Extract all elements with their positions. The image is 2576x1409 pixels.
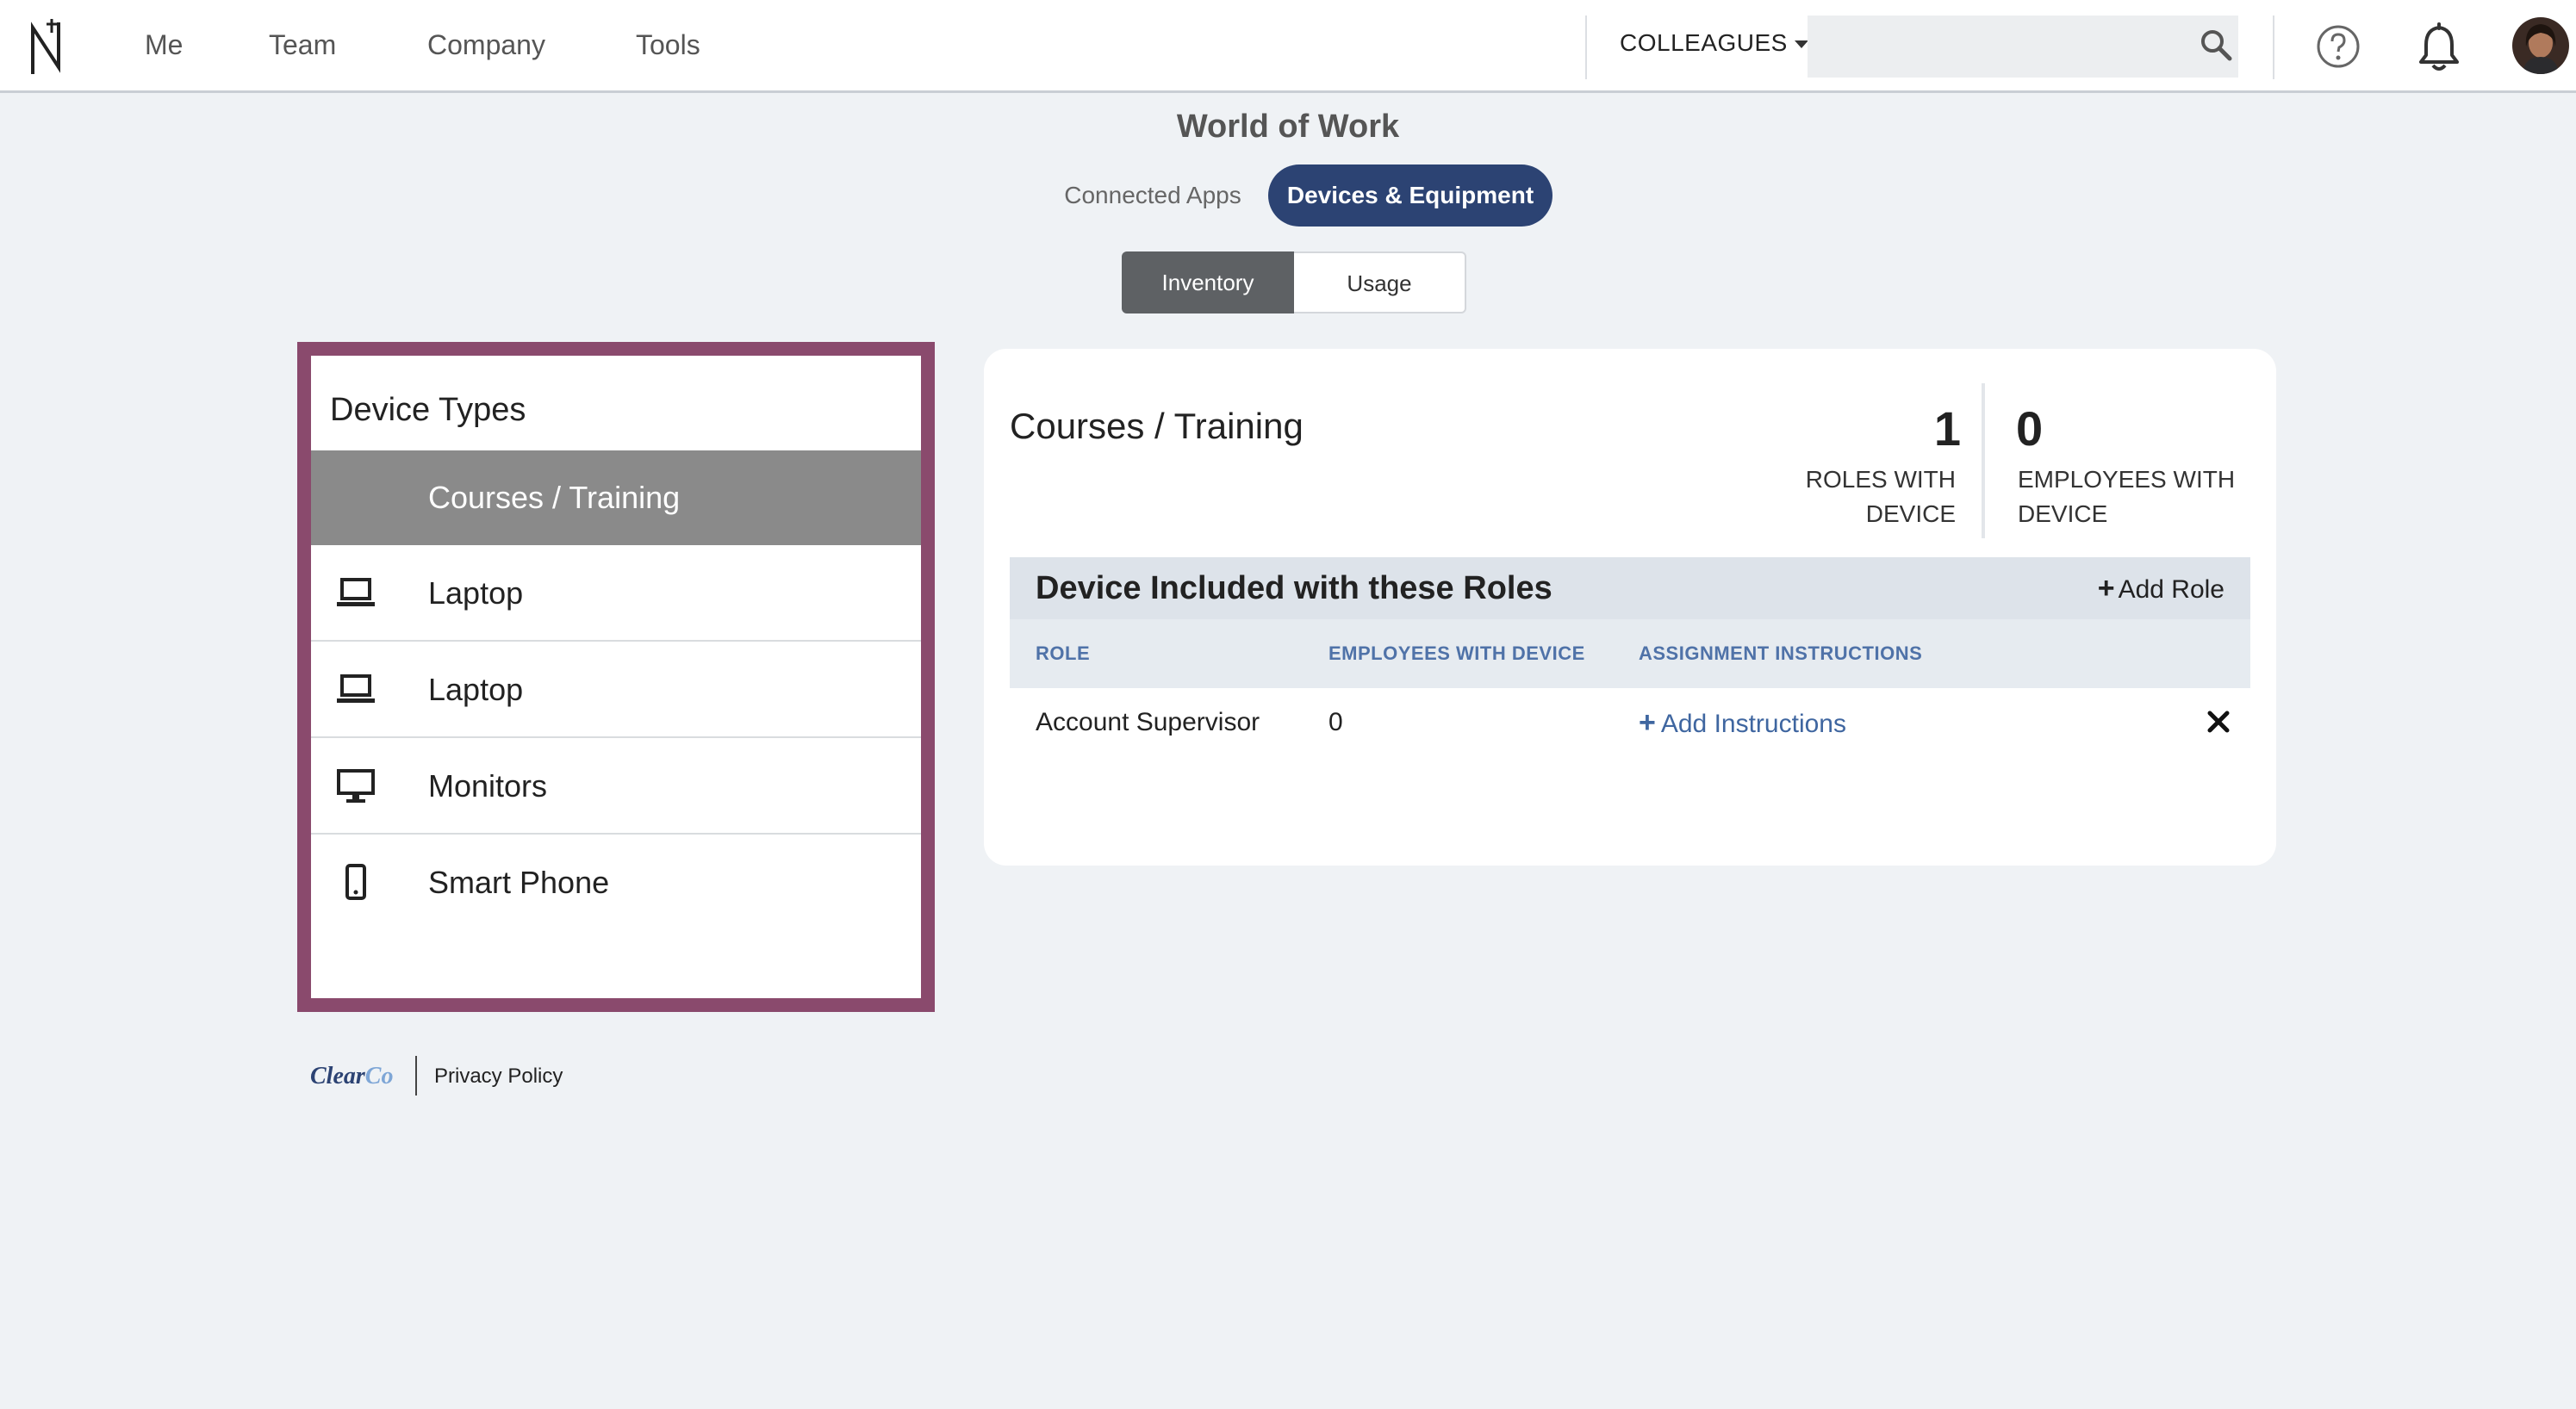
stat-label-line: DEVICE <box>2018 500 2108 527</box>
laptop-icon <box>337 578 375 606</box>
employees-with-device-count: 0 <box>2016 401 2044 456</box>
device-type-smart-phone[interactable]: Smart Phone <box>311 835 921 931</box>
device-types-title: Device Types <box>330 392 526 428</box>
device-type-laptop-2[interactable]: Laptop <box>311 642 921 738</box>
colleagues-label: COLLEAGUES <box>1620 29 1788 56</box>
column-header-role[interactable]: ROLE <box>1036 619 1090 688</box>
smartphone-icon <box>345 864 366 900</box>
roles-section-title: Device Included with these Roles <box>1036 570 1552 606</box>
device-types-frame: Device Types Courses / Training Laptop L… <box>297 342 935 1012</box>
clearco-logo: ClearCo <box>310 1063 393 1090</box>
stat-divider <box>1982 383 1985 538</box>
avatar[interactable] <box>2512 17 2569 74</box>
nav-company[interactable]: Company <box>427 29 545 61</box>
device-types-panel: Device Types Courses / Training Laptop L… <box>311 356 921 998</box>
device-type-label: Smart Phone <box>428 865 610 900</box>
employees-with-device-label: EMPLOYEES WITH DEVICE <box>2018 462 2235 531</box>
caret-down-icon <box>1794 40 1808 49</box>
device-detail-title: Courses / Training <box>1010 406 1304 446</box>
device-type-label: Courses / Training <box>428 480 681 515</box>
device-detail-card: Courses / Training 1 ROLES WITH DEVICE 0… <box>984 349 2276 866</box>
search-input[interactable] <box>1808 16 2238 78</box>
monitor-icon <box>337 769 375 803</box>
tab-devices-equipment[interactable]: Devices & Equipment <box>1268 164 1552 227</box>
device-type-label: Laptop <box>428 575 524 611</box>
stat-label-line: ROLES WITH <box>1805 466 1956 493</box>
add-role-label: Add Role <box>2118 575 2224 604</box>
device-type-monitors[interactable]: Monitors <box>311 738 921 835</box>
column-header-employees[interactable]: EMPLOYEES WITH DEVICE <box>1328 619 1585 688</box>
add-instructions-label: Add Instructions <box>1660 710 1846 738</box>
bell-icon[interactable] <box>2416 22 2462 72</box>
help-icon[interactable] <box>2316 24 2361 69</box>
plus-icon: + <box>2097 572 2115 605</box>
N-logo-icon[interactable] <box>26 16 67 79</box>
segment-usage[interactable]: Usage <box>1294 251 1466 313</box>
roles-section-header: Device Included with these Roles + Add Ro… <box>1010 557 2250 619</box>
nav-me[interactable]: Me <box>145 29 183 61</box>
roles-with-device-label: ROLES WITH DEVICE <box>1806 462 1956 531</box>
tab-connected-apps[interactable]: Connected Apps <box>1042 165 1263 226</box>
employees-cell: 0 <box>1328 708 1343 736</box>
add-role-button[interactable]: + Add Role <box>2098 557 2224 621</box>
device-type-courses-training[interactable]: Courses / Training <box>311 450 921 545</box>
role-cell: Account Supervisor <box>1036 708 1260 736</box>
device-type-label: Laptop <box>428 672 524 707</box>
nav-divider-right <box>2273 16 2274 79</box>
device-type-laptop[interactable]: Laptop <box>311 545 921 642</box>
plus-icon: + <box>1639 706 1656 739</box>
stat-label-line: EMPLOYEES WITH <box>2018 466 2236 493</box>
footer-divider <box>415 1056 417 1096</box>
nav-tools[interactable]: Tools <box>636 29 700 61</box>
add-instructions-link[interactable]: + Add Instructions <box>1639 688 1846 759</box>
page-title: World of Work <box>1176 109 1400 145</box>
privacy-policy-link[interactable]: Privacy Policy <box>434 1065 563 1089</box>
brand-part: Clear <box>310 1063 365 1089</box>
laptop-icon <box>337 674 375 703</box>
device-type-label: Monitors <box>428 768 548 804</box>
close-icon[interactable] <box>2204 707 2233 736</box>
nav-divider <box>1585 16 1587 79</box>
roles-with-device-count: 1 <box>1933 401 1961 456</box>
column-header-instructions[interactable]: ASSIGNMENT INSTRUCTIONS <box>1639 619 1922 688</box>
segment-inventory[interactable]: Inventory <box>1122 251 1294 313</box>
brand-part: Co <box>364 1063 394 1089</box>
top-navigation-bar: Me Team Company Tools COLLEAGUES <box>0 0 2576 93</box>
roles-table-header: ROLE EMPLOYEES WITH DEVICE ASSIGNMENT IN… <box>1010 619 2250 688</box>
colleagues-dropdown[interactable]: COLLEAGUES <box>1620 29 1808 57</box>
nav-team[interactable]: Team <box>269 29 336 61</box>
stat-label-line: DEVICE <box>1865 500 1956 527</box>
search-icon[interactable] <box>2199 28 2233 62</box>
